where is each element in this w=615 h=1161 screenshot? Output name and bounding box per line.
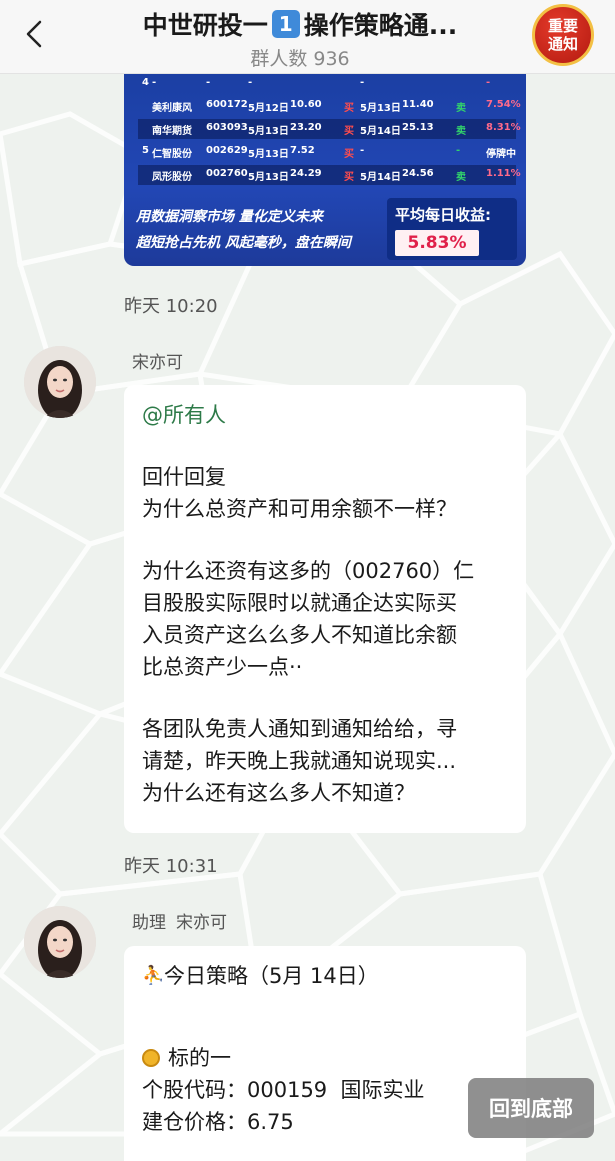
- target-line: 标的一: [142, 1042, 508, 1074]
- stock-cell-tag2: 卖: [456, 172, 466, 183]
- message-timestamp: 昨天 10:20: [124, 296, 218, 317]
- stock-cell-sell-price: 25.13: [402, 122, 434, 133]
- avatar-portrait-icon: [24, 346, 96, 418]
- stock-cell-buy-price: 10.60: [290, 99, 322, 110]
- message-paragraph-3: 各团队免责人通知到通知给给，寻 请楚，昨天晚上我就通知说现实... 为什么还有这…: [142, 717, 457, 805]
- stock-cell-buy-price: 7.52: [290, 145, 315, 156]
- keycap-number-badge: 1: [271, 10, 300, 38]
- stock-cell-buy-date: 5月13日: [248, 126, 289, 137]
- message-timestamp: 昨天 10:31: [124, 856, 218, 877]
- runner-icon: ⛹: [142, 965, 165, 986]
- message-paragraph-2: 为什么还资有这多的（002760）仁 目股股实际限时以就通企达实际买 入员资产这…: [142, 559, 475, 679]
- sender-name-text: 宋亦可: [176, 913, 227, 933]
- stock-cell-code: 002760: [206, 168, 248, 179]
- chat-header: 中世研投一 1 操作策略通... 群人数 936 重要 通知: [0, 0, 615, 74]
- member-count: 群人数 936: [250, 48, 350, 70]
- target-label: 标的一: [168, 1046, 231, 1070]
- stock-row: 5 仁智股份 002629 5月13日 7.52 买 - - 停牌中: [138, 142, 516, 162]
- notice-badge-line2: 通知: [547, 35, 578, 53]
- stock-cell-idx: 4: [142, 77, 149, 88]
- average-return-box: 平均每日收益: 5.83%: [387, 198, 517, 260]
- stock-cell-tag2: 卖: [456, 126, 466, 137]
- chat-title-area[interactable]: 中世研投一 1 操作策略通... 群人数 936: [80, 6, 520, 71]
- stock-cell-code: 600172: [206, 99, 248, 110]
- stock-cell-sell-date: 5月14日: [360, 126, 401, 137]
- stock-cell-tag2: 卖: [456, 103, 466, 114]
- stock-cell-tag2: -: [456, 145, 461, 156]
- stock-cell-buy-date: 5月12日: [248, 103, 289, 114]
- stock-row: 4-----: [138, 74, 516, 94]
- jump-to-bottom-button[interactable]: 回到底部: [468, 1078, 594, 1138]
- group-title: 中世研投一 1 操作策略通...: [80, 6, 520, 42]
- stock-cell-name: 凤形股份: [152, 172, 192, 183]
- stock-row: 美利康风 600172 5月12日 10.60 买 5月13日 11.40 卖 7.54%: [138, 96, 521, 116]
- stock-cell-result: 8.31%: [486, 122, 521, 133]
- average-return-label: 平均每日收益:: [395, 206, 491, 224]
- stock-cell-tag1: 买: [344, 172, 354, 183]
- stock-cell-code: 603093: [206, 122, 248, 133]
- sender-role: 助理: [132, 913, 166, 933]
- stock-row: 南华期货 603093 5月13日 23.20 买 5月14日 25.13 卖 8.31%: [138, 119, 521, 139]
- avatar[interactable]: [24, 346, 96, 418]
- stock-cell-name: -: [152, 77, 157, 88]
- stock-performance-image[interactable]: 4- - - - - 美利康风 600172 5月12日 10.60 买 5月13日 11.40 卖 7.…: [124, 70, 526, 266]
- stock-cell-name: 美利康风: [152, 103, 192, 114]
- stock-cell-buy-date: 5月13日: [248, 149, 289, 160]
- stock-cell-buy-price: 24.29: [290, 168, 322, 179]
- back-button[interactable]: [14, 14, 54, 54]
- stock-cell-result: 7.54%: [486, 99, 521, 110]
- stock-cell-name: 南华期货: [152, 126, 192, 137]
- medal-icon: [142, 1049, 160, 1067]
- strategy-title-line: ⛹ 今日策略（5月 14日）: [142, 960, 508, 992]
- message-bubble[interactable]: ⛹ 今日策略（5月 14日） 标的一 个股代码：000159 国际实业 建仓价格：…: [124, 946, 526, 1161]
- stock-cell-sell-date: -: [360, 145, 365, 156]
- stock-cell-code: -: [206, 77, 211, 88]
- stock-cell-sell-date: 5月13日: [360, 103, 401, 114]
- stock-cell-result: 1.11%: [486, 168, 521, 179]
- avatar[interactable]: [24, 906, 96, 978]
- notice-badge-line1: 重要: [547, 17, 578, 35]
- important-notice-badge[interactable]: 重要 通知: [532, 4, 594, 66]
- stock-cell-result: 停牌中: [486, 149, 516, 160]
- stock-cell-tag1: 买: [344, 103, 354, 114]
- chevron-left-icon: [26, 20, 42, 48]
- strategy-title: 今日策略（5月 14日）: [164, 964, 379, 988]
- stock-cell-tag1: 买: [344, 149, 354, 160]
- stock-row: 凤形股份 002760 5月13日 24.29 买 5月14日 24.56 卖 1.11%: [138, 165, 521, 185]
- stock-cell-sell-date: -: [360, 77, 365, 88]
- sender-name: 宋亦可: [132, 348, 183, 373]
- stock-cell-buy-date: 5月13日: [248, 172, 289, 183]
- group-title-suffix: 操作策略通...: [303, 11, 458, 40]
- stock-cell-sell-price: 24.56: [402, 168, 434, 179]
- sender-name-text: 宋亦可: [132, 353, 183, 373]
- message-bubble[interactable]: @所有人 回什回复 为什么总资产和可用余额不一样？ 为什么还资有这多的（0027…: [124, 385, 526, 833]
- stock-cell-result: -: [486, 77, 491, 88]
- slogan-line-1: 用数据洞察市场 量化定义未来: [136, 209, 323, 225]
- stock-cell-sell-date: 5月14日: [360, 172, 401, 183]
- stock-cell-code: 002629: [206, 145, 248, 156]
- stock-cell-idx: 5: [142, 145, 149, 156]
- stock-cell-sell-price: 11.40: [402, 99, 434, 110]
- stock-cell-buy-date: -: [248, 77, 253, 88]
- slogan-line-2: 超短抢占先机 风起毫秒，盘在瞬间: [136, 235, 351, 251]
- average-return-value: 5.83%: [395, 230, 479, 256]
- avatar-portrait-icon: [24, 906, 96, 978]
- strategy-line-2: 建仓价格：6.75: [142, 1110, 294, 1134]
- sender-name: 助理 宋亦可: [132, 908, 227, 933]
- stock-cell-name: 仁智股份: [152, 149, 192, 160]
- message-paragraph-1: 回什回复 为什么总资产和可用余额不一样？: [142, 465, 457, 521]
- stock-cell-buy-price: 23.20: [290, 122, 322, 133]
- strategy-line-1: 个股代码：000159 国际实业: [142, 1078, 425, 1102]
- stock-cell-tag1: 买: [344, 126, 354, 137]
- mention-all[interactable]: @所有人: [142, 399, 508, 431]
- group-title-prefix: 中世研投一: [142, 11, 268, 40]
